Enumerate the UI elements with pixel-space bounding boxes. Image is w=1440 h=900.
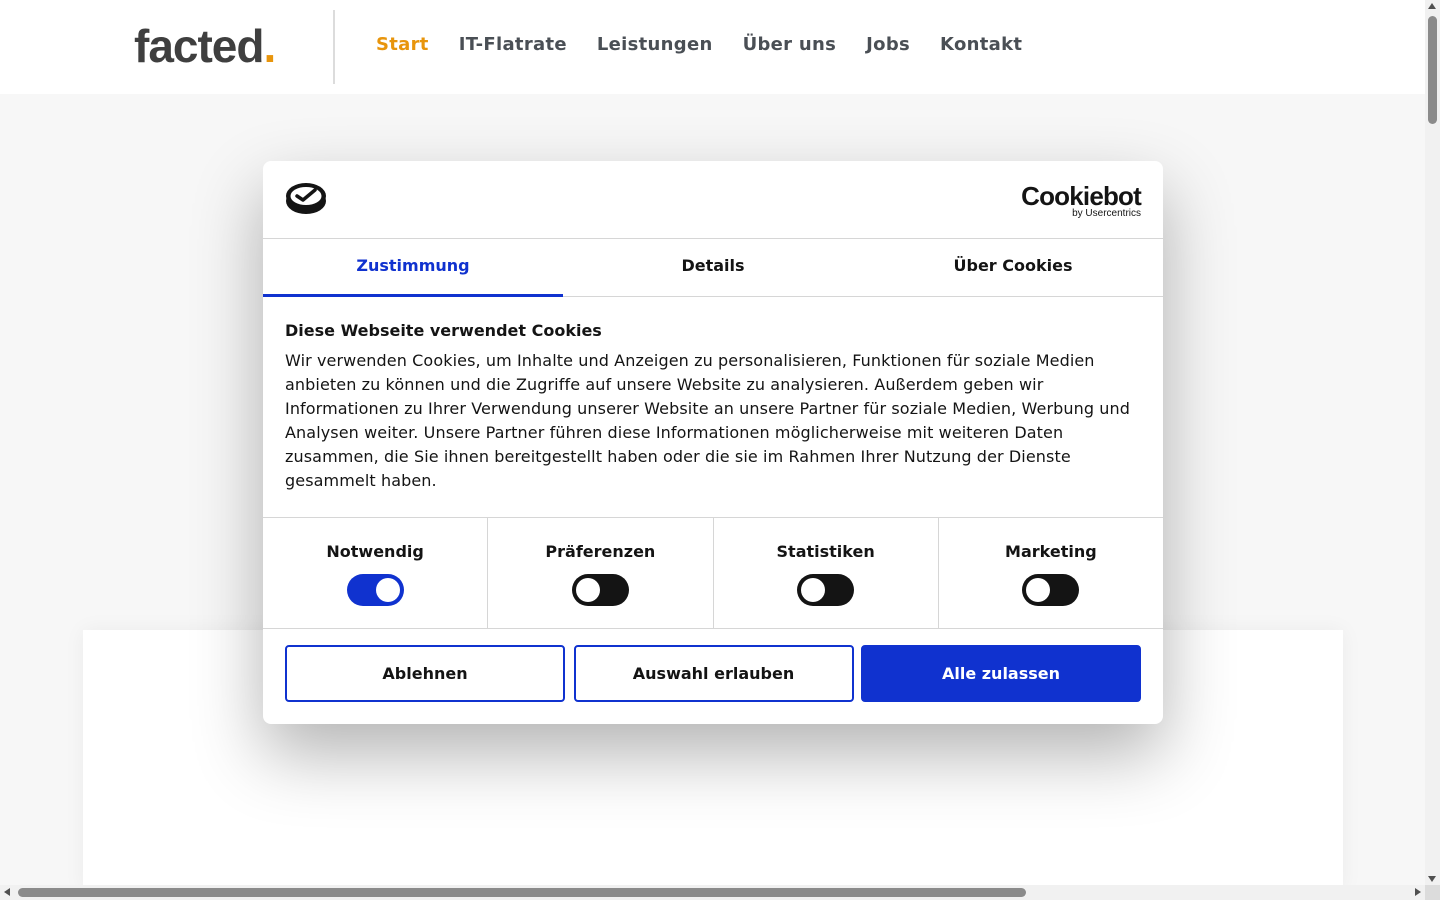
nav-item-jobs[interactable]: Jobs	[866, 34, 910, 55]
scrollbar-corner	[1425, 885, 1440, 900]
dialog-title: Diese Webseite verwendet Cookies	[285, 321, 602, 340]
cookiebot-logo-icon	[285, 181, 327, 219]
cookie-consent-dialog: Cookiebot by Usercentrics Zustimmung Det…	[263, 161, 1163, 724]
scroll-down-icon[interactable]	[1428, 876, 1436, 882]
site-header: facted. Start IT-Flatrate Leistungen Übe…	[0, 0, 1425, 94]
consent-marketing: Marketing	[939, 518, 1163, 628]
logo-dot: .	[263, 20, 276, 72]
tab-zustimmung[interactable]: Zustimmung	[263, 239, 563, 297]
main-nav: Start IT-Flatrate Leistungen Über uns Jo…	[376, 34, 1052, 55]
vertical-scrollbar[interactable]	[1425, 0, 1440, 885]
allow-all-button[interactable]: Alle zulassen	[861, 645, 1141, 702]
scroll-right-icon[interactable]	[1415, 888, 1421, 896]
consent-label-statistiken: Statistiken	[776, 542, 875, 561]
toggle-marketing[interactable]	[1022, 574, 1080, 606]
consent-label-praeferenzen: Präferenzen	[545, 542, 656, 561]
toggle-knob	[801, 578, 826, 602]
nav-item-ueber-uns[interactable]: Über uns	[743, 34, 837, 55]
consent-options: Notwendig Präferenzen Statistiken Market…	[263, 517, 1163, 629]
toggle-knob	[375, 578, 400, 602]
dialog-body: Diese Webseite verwendet Cookies Wir ver…	[285, 319, 1141, 493]
decline-button[interactable]: Ablehnen	[285, 645, 565, 702]
cookiebot-brand[interactable]: Cookiebot by Usercentrics	[1021, 181, 1142, 219]
nav-item-leistungen[interactable]: Leistungen	[597, 34, 713, 55]
consent-statistiken: Statistiken	[714, 518, 939, 628]
nav-item-kontakt[interactable]: Kontakt	[940, 34, 1022, 55]
toggle-notwendig[interactable]	[346, 574, 404, 606]
toggle-knob	[575, 578, 600, 602]
scroll-left-icon[interactable]	[4, 888, 10, 896]
scroll-up-icon[interactable]	[1428, 3, 1436, 9]
logo-text: facted	[134, 20, 264, 72]
dialog-text: Wir verwenden Cookies, um Inhalte und An…	[285, 351, 1131, 490]
cookiebot-brand-name: Cookiebot	[1021, 181, 1142, 211]
toggle-statistiken[interactable]	[797, 574, 855, 606]
dialog-tabs: Zustimmung Details Über Cookies	[263, 239, 1163, 297]
allow-selection-button[interactable]: Auswahl erlauben	[573, 645, 854, 702]
nav-item-start[interactable]: Start	[376, 34, 429, 55]
toggle-praeferenzen[interactable]	[571, 574, 629, 606]
tab-details[interactable]: Details	[563, 239, 863, 296]
consent-praeferenzen: Präferenzen	[488, 518, 714, 628]
consent-notwendig: Notwendig	[263, 518, 489, 628]
consent-label-marketing: Marketing	[1005, 542, 1097, 561]
consent-label-notwendig: Notwendig	[326, 542, 424, 561]
header-divider	[333, 10, 335, 84]
vertical-scroll-thumb[interactable]	[1428, 16, 1437, 124]
dialog-actions: Ablehnen Auswahl erlauben Alle zulassen	[285, 645, 1141, 702]
horizontal-scroll-thumb[interactable]	[18, 888, 1026, 897]
horizontal-scrollbar[interactable]	[0, 885, 1425, 900]
facted-logo[interactable]: facted.	[134, 18, 276, 74]
nav-item-it-flatrate[interactable]: IT-Flatrate	[459, 34, 567, 55]
toggle-knob	[1026, 578, 1051, 602]
tab-ueber-cookies[interactable]: Über Cookies	[863, 239, 1163, 296]
dialog-header: Cookiebot by Usercentrics	[263, 161, 1163, 239]
